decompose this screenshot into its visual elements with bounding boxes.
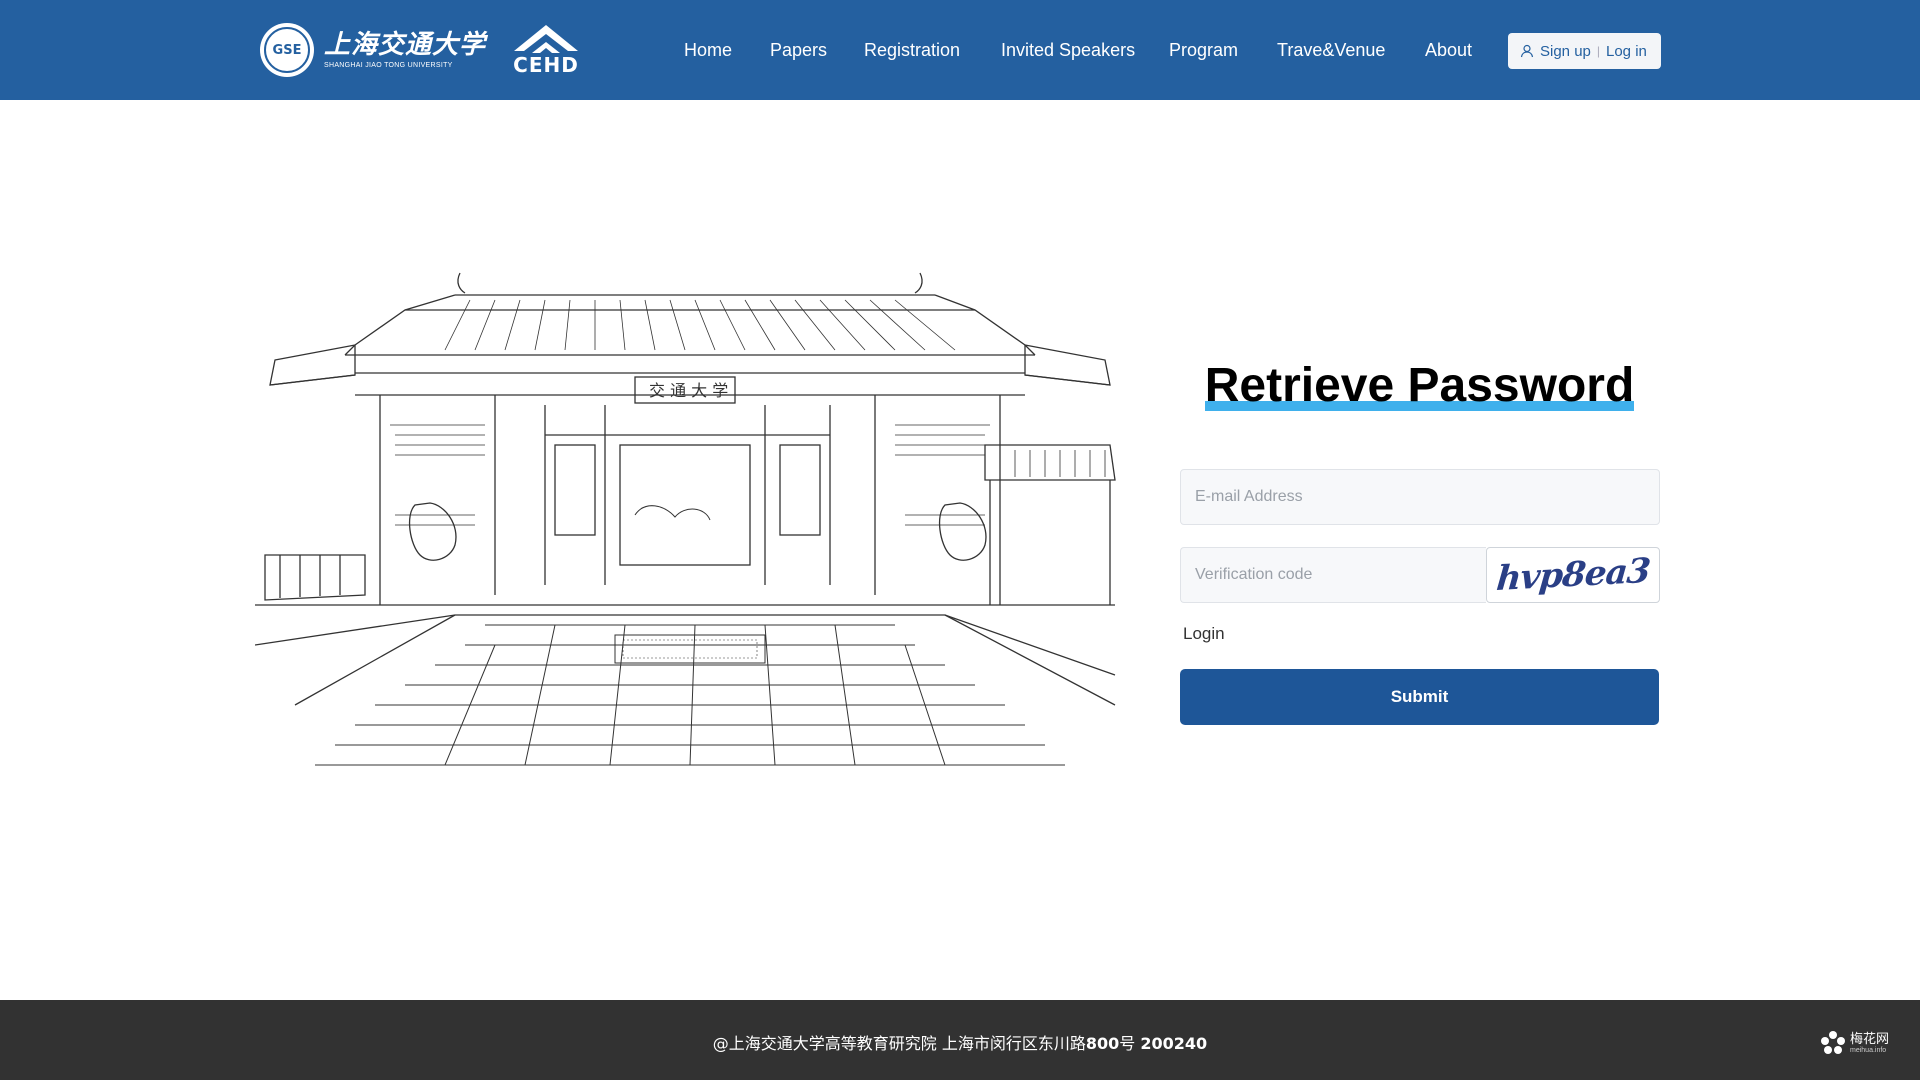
flower-icon xyxy=(1821,1031,1845,1054)
university-name-en: SHANGHAI JIAO TONG UNIVERSITY xyxy=(324,61,453,69)
site-header: GSE 上海交通大学 SHANGHAI JIAO TONG UNIVERSITY… xyxy=(0,0,1920,100)
signup-link[interactable]: Sign up xyxy=(1540,43,1591,60)
university-name: 上海交通大学 SHANGHAI JIAO TONG UNIVERSITY xyxy=(324,32,486,69)
gse-seal-text: GSE xyxy=(264,27,310,73)
login-link[interactable]: Login xyxy=(1183,624,1225,644)
cehd-roof-icon xyxy=(514,25,579,53)
page-title-text: Retrieve Password xyxy=(1204,359,1635,412)
auth-divider: | xyxy=(1596,44,1600,58)
university-name-cn: 上海交通大学 xyxy=(324,29,487,60)
logo[interactable]: GSE 上海交通大学 SHANGHAI JIAO TONG UNIVERSITY… xyxy=(260,20,582,80)
login-link-header[interactable]: Log in xyxy=(1606,43,1647,60)
footer-street-number: 800 xyxy=(1085,1034,1120,1053)
nav-invited-speakers[interactable]: Invited Speakers xyxy=(1001,40,1135,61)
footer-address: @上海交通大学高等教育研究院 上海市闵行区东川路 xyxy=(712,1034,1086,1053)
nav-registration[interactable]: Registration xyxy=(864,40,960,61)
email-field[interactable] xyxy=(1180,469,1660,525)
captcha-text: hvp8ea3 xyxy=(1494,551,1652,599)
user-icon xyxy=(1520,44,1534,58)
nav-program[interactable]: Program xyxy=(1169,40,1238,61)
watermark: 梅花网 meihua.info xyxy=(1820,1030,1889,1056)
auth-box: Sign up | Log in xyxy=(1508,33,1661,69)
nav-travel-venue[interactable]: Trave&Venue xyxy=(1277,40,1385,61)
footer-address-suffix: 号 xyxy=(1119,1034,1141,1053)
cehd-logo: CEHD xyxy=(510,23,582,77)
site-footer: @上海交通大学高等教育研究院 上海市闵行区东川路800号 200240 xyxy=(0,1000,1920,1080)
verification-code-field[interactable] xyxy=(1180,547,1486,603)
svg-text:交 通 大 学: 交 通 大 学 xyxy=(649,381,728,400)
cehd-text: CEHD xyxy=(513,53,579,77)
captcha-image[interactable]: hvp8ea3 xyxy=(1486,547,1660,603)
submit-button[interactable]: Submit xyxy=(1180,669,1659,725)
nav-about[interactable]: About xyxy=(1425,40,1472,61)
campus-gate-illustration: 交 通 大 学 xyxy=(255,272,1116,766)
watermark-cn: 梅花网 xyxy=(1850,1031,1890,1046)
gse-seal-icon: GSE xyxy=(260,23,314,77)
nav-papers[interactable]: Papers xyxy=(770,40,827,61)
nav-home[interactable]: Home xyxy=(684,40,732,61)
footer-zip: 200240 xyxy=(1140,1034,1208,1053)
page-title: Retrieve Password xyxy=(1176,359,1663,413)
watermark-en: meihua.info xyxy=(1850,1047,1887,1054)
footer-text: @上海交通大学高等教育研究院 上海市闵行区东川路800号 200240 xyxy=(0,1030,1920,1054)
